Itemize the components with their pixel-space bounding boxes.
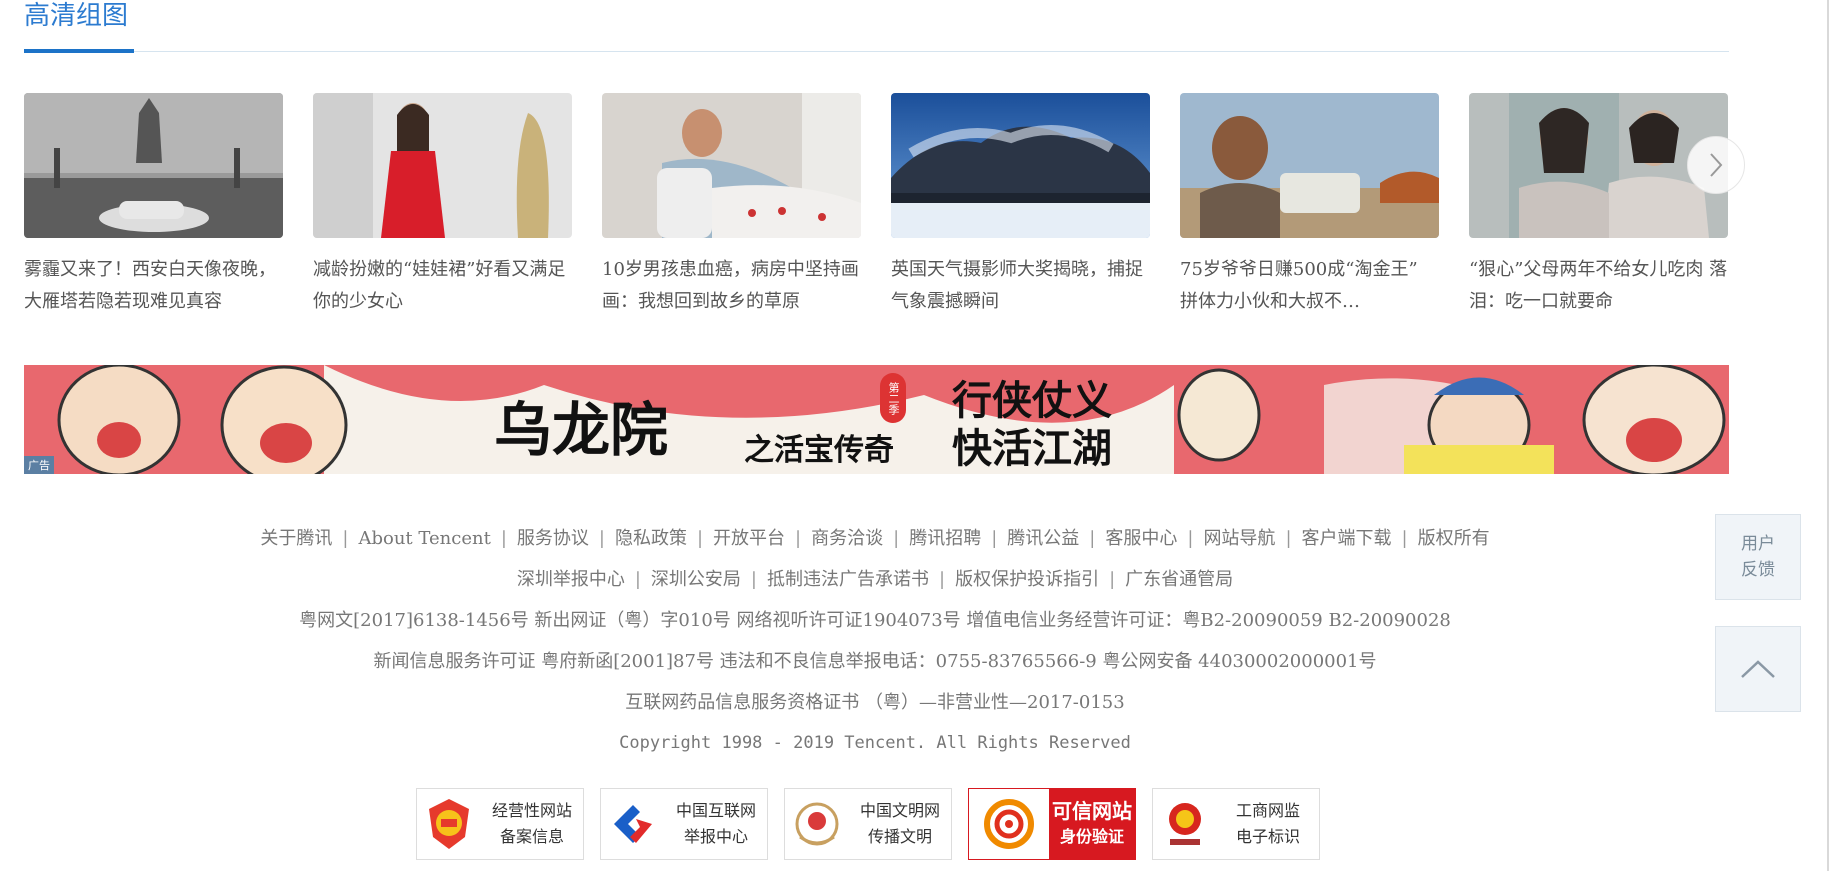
chevron-up-icon bbox=[1741, 660, 1775, 678]
section-title-underline bbox=[24, 49, 134, 53]
banner-subtitle: 之活宝传奇 bbox=[744, 433, 894, 468]
badge-line: 中国互联网 bbox=[675, 801, 756, 820]
badge-trusted-site[interactable]: 可信网站 身份验证 bbox=[968, 788, 1136, 860]
banner-slogan: 行侠仗义 快活江湖 bbox=[952, 377, 1112, 473]
link-separator: | bbox=[1187, 528, 1194, 549]
footer-link[interactable]: 客服中心 bbox=[1105, 528, 1177, 549]
link-separator: | bbox=[893, 528, 900, 549]
report-center-icon bbox=[601, 789, 665, 859]
badge-line: 举报中心 bbox=[683, 827, 748, 846]
footer-link[interactable]: 腾讯招聘 bbox=[909, 528, 981, 549]
footer-link[interactable]: 客户端下载 bbox=[1302, 528, 1392, 549]
gallery-caption[interactable]: 雾霾又来了！西安白天像夜晚，大雁塔若隐若现难见真容 bbox=[24, 254, 283, 318]
feedback-button[interactable]: 用户 反馈 bbox=[1715, 514, 1801, 600]
civilization-icon bbox=[785, 789, 849, 859]
footer-link[interactable]: 网站导航 bbox=[1203, 528, 1275, 549]
link-separator: | bbox=[1109, 569, 1116, 590]
footer-link[interactable]: 开放平台 bbox=[713, 528, 785, 549]
feedback-label: 用户 bbox=[1741, 534, 1775, 554]
badge-line: 备案信息 bbox=[499, 827, 564, 846]
link-separator: | bbox=[696, 528, 704, 549]
business-filing-icon bbox=[417, 789, 481, 859]
footer-link[interactable]: 深圳举报中心 bbox=[517, 569, 625, 590]
gallery-caption[interactable]: 10岁男孩患血癌，病房中坚持画画：我想回到故乡的草原 bbox=[602, 254, 861, 318]
link-separator: | bbox=[1401, 528, 1408, 549]
badge-business-filing[interactable]: 经营性网站 备案信息 bbox=[416, 788, 584, 860]
industry-commerce-icon bbox=[1153, 789, 1217, 859]
gallery-caption[interactable]: “狠心”父母两年不给女儿吃肉 落泪：吃一口就要命 bbox=[1469, 254, 1728, 318]
feedback-label: 反馈 bbox=[1741, 560, 1775, 580]
footer-link[interactable]: 版权所有 bbox=[1418, 528, 1490, 549]
footer-link[interactable]: About Tencent bbox=[358, 528, 490, 549]
banner-title: 乌龙院 bbox=[494, 396, 669, 464]
banner-slogan-line: 行侠仗义 bbox=[952, 378, 1112, 424]
badge-industry-commerce[interactable]: 工商网监 电子标识 bbox=[1152, 788, 1320, 860]
footer-link[interactable]: 服务协议 bbox=[517, 528, 589, 549]
chevron-right-icon bbox=[1710, 153, 1723, 177]
link-separator: | bbox=[795, 528, 802, 549]
link-separator: | bbox=[342, 528, 349, 549]
badge-line: 可信网站 bbox=[1052, 799, 1132, 823]
section-header: 高清组图 bbox=[24, 0, 1729, 53]
gallery-thumbnail[interactable] bbox=[1180, 93, 1439, 238]
gallery-caption[interactable]: 减龄扮嫩的“娃娃裙”好看又满足你的少女心 bbox=[313, 254, 572, 318]
badge-line: 电子标识 bbox=[1235, 827, 1300, 846]
footer-link[interactable]: 腾讯公益 bbox=[1007, 528, 1079, 549]
footer-link[interactable]: 关于腾讯 bbox=[260, 528, 332, 549]
gallery-thumbnail[interactable] bbox=[24, 93, 283, 238]
footer-link[interactable]: 深圳公安局 bbox=[651, 569, 741, 590]
photo-gallery: 雾霾又来了！西安白天像夜晚，大雁塔若隐若现难见真容 减龄扮嫩的“娃娃裙”好看又满… bbox=[24, 93, 1729, 323]
gallery-card[interactable]: 减龄扮嫩的“娃娃裙”好看又满足你的少女心 bbox=[313, 93, 572, 318]
link-separator: | bbox=[750, 569, 757, 590]
badge-line: 工商网监 bbox=[1235, 801, 1300, 820]
link-separator: | bbox=[500, 528, 507, 549]
trusted-site-icon bbox=[969, 789, 1049, 859]
advertisement-banner[interactable]: 乌龙院 之活宝传奇 第二季 行侠仗义 快活江湖 广告 bbox=[24, 365, 1729, 474]
license-line: 粤网文[2017]6138-1456号 新出网证（粤）字010号 网络视听许可证… bbox=[299, 610, 1451, 631]
footer-link[interactable]: 商务洽谈 bbox=[811, 528, 883, 549]
gallery-caption[interactable]: 英国天气摄影师大奖揭晓，捕捉气象震撼瞬间 bbox=[891, 254, 1150, 318]
gallery-thumbnail[interactable] bbox=[313, 93, 572, 238]
badge-report-center[interactable]: 中国互联网 举报中心 bbox=[600, 788, 768, 860]
link-separator: | bbox=[1089, 528, 1096, 549]
site-footer: 关于腾讯 | About Tencent | 服务协议 | 隐私政策 | 开放平台 | 商务洽谈 | 腾… bbox=[0, 518, 1750, 764]
gallery-card[interactable]: 雾霾又来了！西安白天像夜晚，大雁塔若隐若现难见真容 bbox=[24, 93, 283, 318]
link-separator: | bbox=[634, 569, 641, 590]
footer-link[interactable]: 版权保护投诉指引 bbox=[955, 569, 1099, 590]
section-title: 高清组图 bbox=[24, 1, 129, 31]
badge-civilization[interactable]: 中国文明网 传播文明 bbox=[784, 788, 952, 860]
badge-line: 传播文明 bbox=[867, 827, 932, 846]
footer-link[interactable]: 广东省通管局 bbox=[1125, 569, 1233, 590]
link-separator: | bbox=[939, 569, 946, 590]
back-to-top-button[interactable] bbox=[1715, 626, 1801, 712]
link-separator: | bbox=[598, 528, 605, 549]
badge-line: 身份验证 bbox=[1059, 827, 1124, 846]
gallery-card[interactable]: “狠心”父母两年不给女儿吃肉 落泪：吃一口就要命 bbox=[1469, 93, 1728, 318]
license-line: 新闻信息服务许可证 粤府新函[2001]87号 违法和不良信息举报电话：0755… bbox=[373, 651, 1377, 672]
badge-line: 经营性网站 bbox=[491, 801, 572, 820]
banner-slogan-line: 快活江湖 bbox=[952, 426, 1112, 472]
gallery-card[interactable]: 10岁男孩患血癌，病房中坚持画画：我想回到故乡的草原 bbox=[602, 93, 861, 318]
badge-line: 中国文明网 bbox=[859, 801, 940, 820]
footer-links-row-2: 深圳举报中心 | 深圳公安局 | 抵制违法广告承诺书 | 版权保护投诉指引 | 广东省通管局 bbox=[0, 559, 1750, 600]
gallery-card[interactable]: 75岁爷爷日赚500成“淘金王” 拼体力小伙和大叔不… bbox=[1180, 93, 1439, 318]
link-separator: | bbox=[991, 528, 998, 549]
gallery-next-button[interactable] bbox=[1687, 136, 1745, 194]
banner-season-tag: 第二季 bbox=[880, 373, 906, 423]
footer-link[interactable]: 抵制违法广告承诺书 bbox=[767, 569, 929, 590]
footer-links-row-1: 关于腾讯 | About Tencent | 服务协议 | 隐私政策 | 开放平台 | 商务洽谈 | 腾… bbox=[0, 518, 1750, 559]
ad-badge: 广告 bbox=[24, 456, 54, 474]
gallery-caption[interactable]: 75岁爷爷日赚500成“淘金王” 拼体力小伙和大叔不… bbox=[1180, 254, 1439, 318]
license-line[interactable]: 互联网药品信息服务资格证书 （粤）—非营业性—2017-0153 bbox=[0, 682, 1750, 723]
link-separator: | bbox=[1285, 528, 1292, 549]
gallery-card[interactable]: 英国天气摄影师大奖揭晓，捕捉气象震撼瞬间 bbox=[891, 93, 1150, 318]
gallery-thumbnail[interactable] bbox=[602, 93, 861, 238]
footer-link[interactable]: 隐私政策 bbox=[615, 528, 687, 549]
copyright-text: Copyright 1998 - 2019 Tencent. All Right… bbox=[619, 733, 1131, 753]
gallery-thumbnail[interactable] bbox=[891, 93, 1150, 238]
